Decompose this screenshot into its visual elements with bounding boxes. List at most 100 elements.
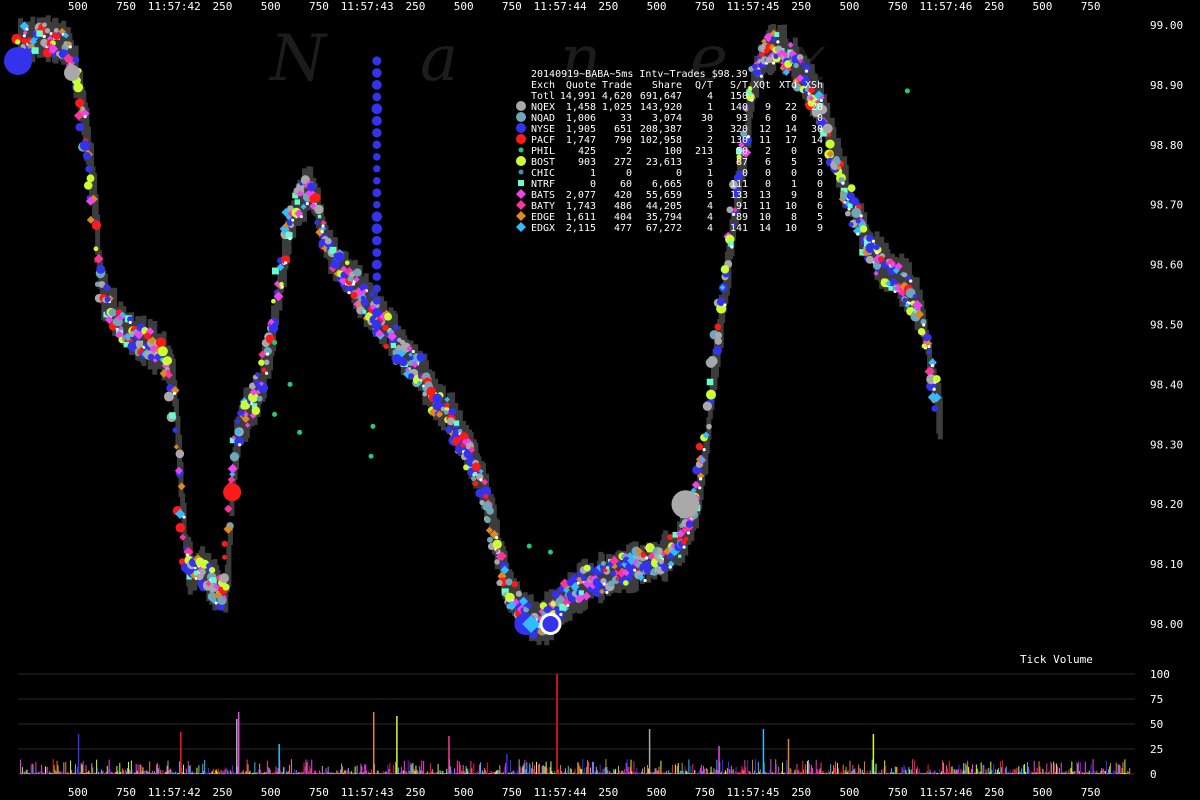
volume-spike — [762, 729, 765, 774]
legend-total-cell: 150 — [730, 91, 748, 102]
volume-bar — [327, 766, 329, 774]
volume-bar — [994, 772, 996, 774]
trade-marker-bost — [720, 265, 730, 274]
trade-marker-nyse — [926, 349, 932, 355]
volume-bar — [671, 772, 673, 774]
volume-bar — [377, 770, 379, 774]
legend-value-cell: 8 — [791, 212, 797, 223]
volume-bar — [328, 772, 330, 774]
volume-bar — [670, 772, 672, 774]
volume-bar — [808, 763, 810, 774]
volume-bar — [473, 763, 475, 774]
volume-spike — [237, 712, 240, 774]
trade-marker-center — [871, 239, 875, 243]
volume-bar — [185, 768, 187, 774]
trade-marker-nyse — [372, 284, 381, 293]
volume-bar — [46, 766, 48, 774]
volume-bar — [850, 772, 852, 774]
volume-bar — [977, 770, 979, 774]
volume-bar — [575, 772, 577, 774]
volume-bar — [1068, 769, 1070, 774]
volume-bar — [769, 769, 771, 774]
volume-bar — [1020, 772, 1022, 774]
volume-bar — [984, 773, 986, 774]
volume-bar — [1059, 772, 1061, 774]
trade-marker-phil — [904, 88, 910, 94]
volume-bar — [754, 759, 756, 774]
trade-marker-center — [686, 531, 691, 535]
volume-bar — [104, 772, 106, 774]
volume-bar — [425, 772, 427, 774]
volume-bar — [995, 769, 997, 774]
volume-bar — [812, 772, 814, 774]
volume-bar — [381, 772, 383, 774]
volume-bar — [93, 772, 95, 774]
volume-bar — [424, 772, 426, 774]
volume-bar — [391, 772, 393, 774]
volume-bar — [599, 764, 601, 774]
volume-bar — [459, 764, 461, 774]
volume-bar — [308, 771, 310, 774]
legend-value-cell: 33 — [620, 113, 632, 124]
volume-bar — [859, 768, 861, 774]
volume-bar — [255, 772, 257, 774]
volume-bar — [714, 772, 716, 774]
volume-bar — [59, 772, 61, 774]
volume-bar — [525, 769, 527, 774]
volume-bar — [92, 767, 94, 774]
volume-bar — [597, 772, 599, 774]
x-tick-label-bottom: 750 — [116, 786, 136, 799]
volume-bar — [1080, 762, 1082, 774]
volume-bar — [1087, 772, 1089, 774]
trade-marker-nqad — [108, 308, 117, 317]
volume-bar — [414, 771, 416, 774]
legend-value-cell: 9 — [765, 102, 771, 113]
volume-bar — [1023, 764, 1025, 774]
legend-marker-pacf — [516, 134, 526, 144]
volume-bar — [1058, 767, 1060, 774]
trade-marker-center — [750, 98, 754, 102]
volume-bar — [223, 772, 225, 774]
legend-marker-phil — [518, 147, 524, 153]
volume-bar — [455, 772, 457, 774]
volume-bar — [485, 772, 487, 774]
volume-bar — [552, 773, 554, 774]
volume-spike — [77, 734, 80, 774]
trade-marker-nqex — [163, 391, 174, 402]
trade-marker-center — [698, 486, 702, 490]
volume-bar — [737, 772, 739, 774]
volume-bar — [1063, 771, 1065, 774]
volume-bar — [82, 760, 84, 774]
volume-bar — [572, 772, 574, 774]
trade-marker-nyse — [551, 590, 560, 599]
volume-bar — [1046, 763, 1048, 774]
volume-bar — [1003, 772, 1005, 774]
volume-bar — [857, 772, 859, 774]
trade-marker-nyse — [72, 56, 80, 64]
volume-bar — [958, 764, 960, 774]
trade-marker-nqex — [44, 27, 51, 34]
volume-bar — [186, 772, 188, 774]
legend-value-cell: 11 — [759, 201, 771, 212]
volume-bar — [742, 768, 744, 774]
trade-marker-nqex — [219, 573, 229, 583]
volume-bar — [935, 772, 937, 774]
volume-bar — [725, 770, 727, 774]
volume-bar — [435, 772, 437, 774]
volume-bar — [399, 772, 401, 774]
volume-bar — [862, 772, 864, 774]
legend-value-cell: 2,115 — [566, 223, 596, 234]
volume-bar — [329, 772, 331, 774]
volume-bar — [966, 765, 968, 774]
volume-bar — [169, 768, 171, 774]
volume-bar — [954, 771, 956, 774]
trade-marker-center — [859, 214, 863, 218]
trade-marker-nyse — [526, 602, 533, 609]
volume-bar — [1013, 772, 1015, 774]
volume-spike — [787, 739, 790, 774]
volume-bar — [739, 772, 741, 774]
legend-value-cell: 3 — [707, 157, 713, 168]
volume-bar — [320, 772, 322, 774]
volume-bar — [305, 759, 307, 774]
volume-bar — [304, 766, 306, 774]
